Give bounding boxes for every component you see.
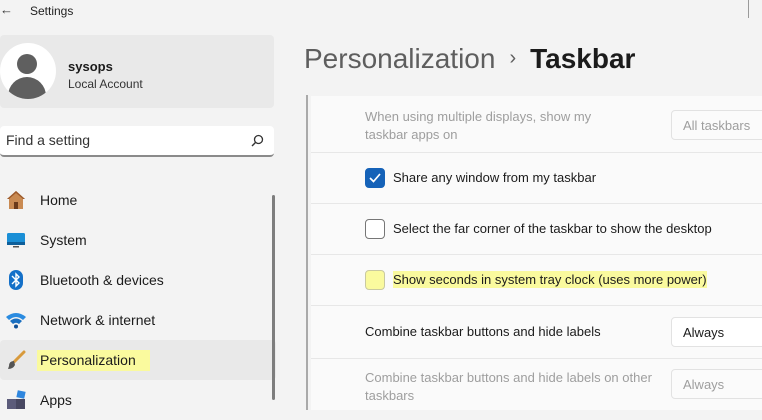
taskbar-behaviors-panel: When using multiple displays, show my ta… (311, 96, 762, 410)
combine-other-dropdown[interactable]: Always (671, 369, 762, 399)
avatar-head-shape (17, 54, 37, 74)
breadcrumb-parent[interactable]: Personalization (304, 43, 495, 74)
show-seconds-checkbox[interactable] (365, 270, 385, 290)
combine-buttons-dropdown[interactable]: Always (671, 317, 762, 347)
highlighted-label: Personalization (37, 350, 150, 371)
search-box[interactable] (0, 126, 274, 157)
user-name: sysops (68, 59, 113, 74)
breadcrumb-chevron-icon: › (509, 47, 517, 69)
page-title: Taskbar (530, 43, 636, 74)
search-icon[interactable] (251, 134, 264, 147)
checkmark-icon (369, 173, 381, 183)
sidebar-item-label: Personalization (37, 350, 150, 371)
apps-icon (7, 390, 26, 409)
multi-display-label: When using multiple displays, show my ta… (365, 109, 592, 142)
wifi-icon (6, 313, 26, 329)
multi-display-dropdown[interactable]: All taskbars (671, 110, 762, 140)
sidebar-item-label: Apps (40, 392, 72, 408)
app-title: Settings (30, 4, 74, 18)
share-window-checkbox[interactable] (365, 168, 385, 188)
back-arrow-icon[interactable]: ← (0, 2, 13, 17)
sidebar-scrollbar[interactable] (272, 195, 275, 400)
avatar (0, 43, 56, 99)
brush-icon (8, 350, 26, 369)
title-bar: ← Settings (0, 0, 762, 22)
sidebar-item-apps[interactable]: Apps (0, 380, 276, 420)
sidebar-item-label: Network & internet (40, 312, 156, 328)
sidebar-item-label: Bluetooth & devices (40, 272, 164, 288)
sidebar-item-system[interactable]: System (0, 220, 276, 260)
show-seconds-label: Show seconds in system tray clock (uses … (393, 271, 707, 288)
combine-buttons-label: Combine taskbar buttons and hide labels (365, 324, 601, 339)
sidebar-item-home[interactable]: Home (0, 180, 276, 220)
highlighted-label: Show seconds in system tray clock (uses … (393, 271, 707, 288)
sidebar-item-label: System (40, 232, 87, 248)
window-edge (748, 0, 749, 18)
breadcrumb: Personalization › Taskbar (304, 43, 635, 75)
sidebar-item-label: Home (40, 192, 78, 208)
sidebar-item-personalization[interactable]: Personalization (0, 340, 276, 380)
setting-row-combine-buttons: Combine taskbar buttons and hide labels … (311, 306, 762, 359)
setting-row-multi-display: When using multiple displays, show my ta… (311, 96, 762, 153)
search-input[interactable] (6, 132, 238, 148)
profile-card[interactable]: sysops Local Account (0, 35, 274, 108)
setting-row-combine-other: Combine taskbar buttons and hide labels … (311, 359, 762, 410)
far-corner-label: Select the far corner of the taskbar to … (393, 221, 712, 236)
share-window-label: Share any window from my taskbar (393, 170, 597, 185)
sidebar-item-network[interactable]: Network & internet (0, 300, 276, 340)
home-icon (7, 191, 25, 209)
bluetooth-icon (9, 270, 23, 290)
avatar-body-shape (8, 77, 46, 99)
combine-other-label: Combine taskbar buttons and hide labels … (365, 370, 652, 403)
setting-row-far-corner: Select the far corner of the taskbar to … (311, 204, 762, 255)
content-scrollbar[interactable] (306, 95, 308, 410)
far-corner-checkbox[interactable] (365, 219, 385, 239)
setting-row-show-seconds: Show seconds in system tray clock (uses … (311, 255, 762, 306)
account-type: Local Account (68, 77, 143, 91)
sidebar-item-bluetooth[interactable]: Bluetooth & devices (0, 260, 276, 300)
setting-row-share-window: Share any window from my taskbar (311, 153, 762, 204)
system-icon (7, 233, 25, 248)
sidebar-nav: Home System Bluetooth & devices Network … (0, 180, 276, 420)
